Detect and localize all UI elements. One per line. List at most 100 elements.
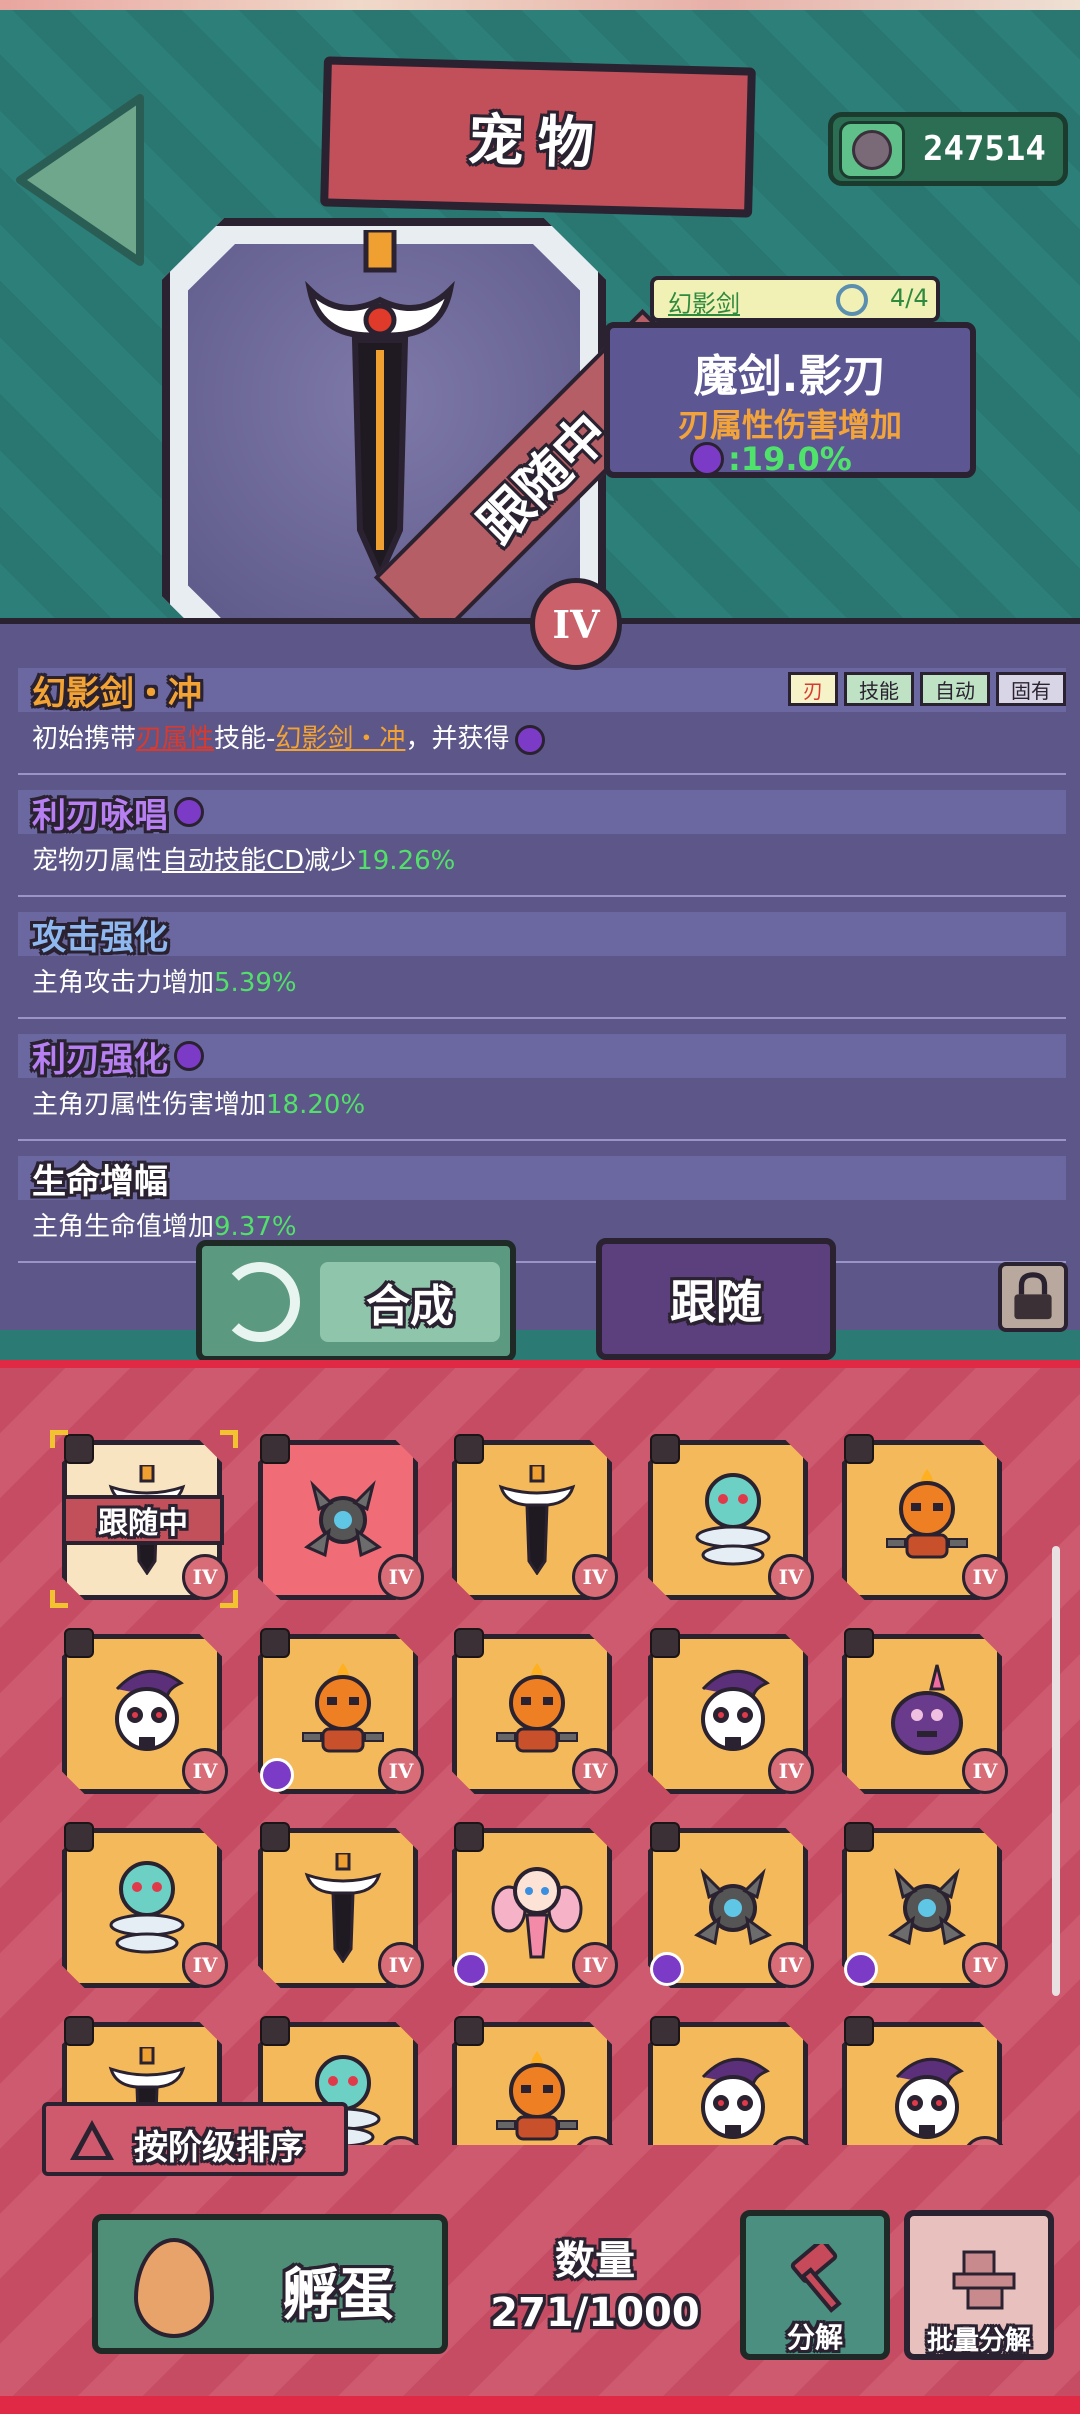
attribute-desc: 初始携带刃属性技能-幻影剑・冲，并获得: [18, 718, 1066, 755]
lock-icon[interactable]: [844, 2016, 874, 2046]
tag-skill: 技能: [844, 672, 914, 706]
pet-fairy-image: [487, 1853, 587, 1963]
slot-rank-badge: IV: [378, 1942, 424, 1988]
slot-rank-badge: IV: [182, 1748, 228, 1794]
pet-spring-image: [683, 1465, 783, 1575]
pet-pumpkin-image: [487, 1659, 587, 1769]
blade-element-icon: [260, 1758, 294, 1792]
slot-rank-badge: IV: [572, 1554, 618, 1600]
pet-pumpkin-image: [293, 1659, 393, 1769]
pet-turret-image: [877, 1853, 977, 1963]
lock-icon[interactable]: [64, 1434, 94, 1464]
gem-coin-icon: [839, 121, 905, 179]
lock-icon[interactable]: [260, 1822, 290, 1852]
currency-display: 247514: [828, 112, 1068, 186]
pet-count-label: 数量: [555, 2238, 635, 2284]
attribute-row: 生命增幅 主角生命值增加9.37%: [18, 1156, 1066, 1263]
lock-icon[interactable]: [260, 2016, 290, 2046]
attribute-row: 利刃强化 主角刃属性伤害增加18.20%: [18, 1034, 1066, 1141]
pet-sword-image: [293, 1851, 393, 1964]
back-arrow-icon[interactable]: [10, 90, 150, 270]
attribute-desc: 宠物刃属性自动技能CD减少19.26%: [32, 846, 456, 876]
lock-icon[interactable]: [454, 1822, 484, 1852]
lock-icon[interactable]: [650, 1628, 680, 1658]
attribute-desc: 主角生命值增加9.37%: [32, 1212, 297, 1242]
swirl-icon: [220, 1262, 300, 1342]
attribute-panel: 幻影剑・冲 刃 技能 自动 固有 初始携带刃属性技能-幻影剑・冲，并获得 利刃咏…: [0, 618, 1080, 1330]
hatch-egg-button[interactable]: 孵蛋: [92, 2214, 448, 2354]
attribute-title: 利刃强化: [32, 1039, 168, 1080]
attribute-title: 生命增幅: [32, 1161, 168, 1202]
lock-icon[interactable]: [260, 1434, 290, 1464]
slot-rank-badge: IV: [962, 1942, 1008, 1988]
decompose-button[interactable]: 分解: [740, 2210, 890, 2360]
set-name: 幻影剑: [668, 290, 740, 318]
slot-rank-badge: IV: [572, 1942, 618, 1988]
sort-triangle-icon: [70, 2120, 114, 2160]
inventory-scrollbar[interactable]: [1052, 1546, 1060, 1996]
lock-icon[interactable]: [454, 2016, 484, 2046]
lock-icon[interactable]: [998, 1262, 1068, 1332]
blade-element-icon: [454, 1952, 488, 1986]
spiral-icon: [836, 284, 868, 316]
page-title: 宠物: [467, 107, 609, 177]
pet-skull-image: [877, 2047, 977, 2145]
follow-button[interactable]: 跟随: [596, 1238, 836, 1360]
selection-corner: [220, 1590, 238, 1608]
slot-rank-badge: IV: [768, 1748, 814, 1794]
attribute-row: 幻影剑・冲 刃 技能 自动 固有 初始携带刃属性技能-幻影剑・冲，并获得: [18, 668, 1066, 775]
slot-rank-badge: IV: [378, 1748, 424, 1794]
currency-amount: 247514: [923, 129, 1046, 169]
egg-icon: [134, 2238, 214, 2338]
selected-following-tag: 跟随中: [62, 1495, 224, 1545]
lock-icon[interactable]: [64, 1628, 94, 1658]
slot-rank-badge: IV: [378, 1554, 424, 1600]
pet-pumpkin-image: [487, 2047, 587, 2145]
skill-name: 魔剑.影刃: [693, 351, 887, 402]
attribute-row: 利刃咏唱 宠物刃属性自动技能CD减少19.26%: [18, 790, 1066, 897]
pet-slime-image: [877, 1659, 977, 1769]
lock-icon[interactable]: [64, 2016, 94, 2046]
slot-rank-badge: IV: [962, 1554, 1008, 1600]
sort-by-rank-button[interactable]: 按阶级排序: [42, 2102, 348, 2176]
pet-spring-image: [97, 1853, 197, 1963]
blade-element-icon: [174, 797, 204, 827]
blade-element-icon: [650, 1952, 684, 1986]
lock-icon[interactable]: [454, 1434, 484, 1464]
hammer-icon: [790, 2244, 842, 2313]
blade-element-icon: [174, 1041, 204, 1071]
slot-rank-badge: IV: [572, 1748, 618, 1794]
lock-icon[interactable]: [844, 1822, 874, 1852]
selection-corner: [220, 1430, 238, 1448]
blade-element-icon: [690, 442, 724, 476]
lock-icon[interactable]: [650, 2016, 680, 2046]
pet-skull-image: [97, 1659, 197, 1769]
pet-rank-badge: IV: [530, 578, 622, 670]
anvil-icon: [952, 2250, 1016, 2310]
set-tag: 幻影剑 4/4: [650, 276, 940, 322]
attribute-tags: 刃 技能 自动 固有: [788, 672, 1066, 706]
bottom-edge: [0, 2396, 1080, 2414]
lock-icon[interactable]: [650, 1434, 680, 1464]
lock-icon[interactable]: [454, 1628, 484, 1658]
pet-skull-image: [683, 1659, 783, 1769]
lock-icon[interactable]: [844, 1434, 874, 1464]
lock-icon[interactable]: [64, 1822, 94, 1852]
synthesize-button[interactable]: 合成: [196, 1240, 516, 1362]
set-count: 4/4: [890, 284, 929, 312]
batch-decompose-button[interactable]: 批量分解: [904, 2210, 1054, 2360]
selection-corner: [50, 1590, 68, 1608]
slot-rank-badge: IV: [768, 1554, 814, 1600]
blade-element-icon: [844, 1952, 878, 1986]
attribute-desc: 主角刃属性伤害增加18.20%: [32, 1090, 366, 1120]
lock-icon[interactable]: [844, 1628, 874, 1658]
pet-sword-image: [487, 1463, 587, 1576]
attribute-desc: 主角攻击力增加5.39%: [32, 968, 297, 998]
lock-icon[interactable]: [260, 1628, 290, 1658]
pet-pumpkin-image: [877, 1465, 977, 1575]
attribute-title: 幻影剑・冲: [32, 673, 202, 714]
lock-icon[interactable]: [650, 1822, 680, 1852]
title-banner: 宠物: [320, 56, 756, 218]
tag-blade: 刃: [788, 672, 838, 706]
pet-turret-image: [293, 1465, 393, 1575]
